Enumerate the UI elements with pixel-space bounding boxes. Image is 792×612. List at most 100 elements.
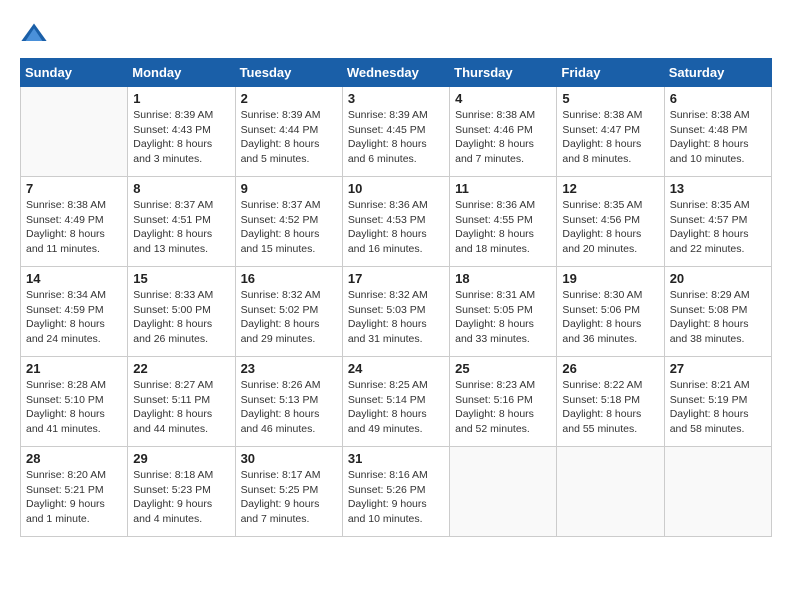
calendar-week-3: 14 Sunrise: 8:34 AM Sunset: 4:59 PM Dayli… (21, 267, 772, 357)
calendar-cell (557, 447, 664, 537)
calendar-cell: 29Sunrise: 8:18 AM Sunset: 5:23 PM Dayli… (128, 447, 235, 537)
weekday-header-sunday: Sunday (21, 59, 128, 87)
day-number: 19 (562, 271, 658, 286)
calendar-cell: 9 Sunrise: 8:37 AM Sunset: 4:52 PM Daylig… (235, 177, 342, 267)
day-number: 23 (241, 361, 337, 376)
page-header (20, 20, 772, 48)
day-info: Sunrise: 8:37 AM Sunset: 4:51 PM Dayligh… (133, 198, 229, 257)
day-number: 21 (26, 361, 122, 376)
calendar-cell: 16 Sunrise: 8:32 AM Sunset: 5:02 PM Dayli… (235, 267, 342, 357)
day-info: Sunrise: 8:34 AM Sunset: 4:59 PM Dayligh… (26, 288, 122, 347)
day-number: 2 (241, 91, 337, 106)
calendar-cell: 14 Sunrise: 8:34 AM Sunset: 4:59 PM Dayli… (21, 267, 128, 357)
day-number: 7 (26, 181, 122, 196)
day-number: 14 (26, 271, 122, 286)
calendar-cell: 15Sunrise: 8:33 AM Sunset: 5:00 PM Dayli… (128, 267, 235, 357)
day-number: 9 (241, 181, 337, 196)
calendar-cell: 1 Sunrise: 8:39 AM Sunset: 4:43 PM Daylig… (128, 87, 235, 177)
calendar-cell: 30 Sunrise: 8:17 AM Sunset: 5:25 PM Dayli… (235, 447, 342, 537)
day-number: 22 (133, 361, 229, 376)
day-number: 11 (455, 181, 551, 196)
day-info: Sunrise: 8:18 AM Sunset: 5:23 PM Dayligh… (133, 468, 229, 527)
day-info: Sunrise: 8:35 AM Sunset: 4:56 PM Dayligh… (562, 198, 658, 257)
day-info: Sunrise: 8:37 AM Sunset: 4:52 PM Dayligh… (241, 198, 337, 257)
calendar-cell: 3 Sunrise: 8:39 AM Sunset: 4:45 PM Daylig… (342, 87, 449, 177)
day-number: 28 (26, 451, 122, 466)
weekday-header-monday: Monday (128, 59, 235, 87)
calendar-cell: 13Sunrise: 8:35 AM Sunset: 4:57 PM Dayli… (664, 177, 771, 267)
calendar-cell: 25Sunrise: 8:23 AM Sunset: 5:16 PM Dayli… (450, 357, 557, 447)
calendar-cell: 7 Sunrise: 8:38 AM Sunset: 4:49 PM Daylig… (21, 177, 128, 267)
day-number: 4 (455, 91, 551, 106)
calendar-cell: 22 Sunrise: 8:27 AM Sunset: 5:11 PM Dayli… (128, 357, 235, 447)
calendar-cell: 8 Sunrise: 8:37 AM Sunset: 4:51 PM Daylig… (128, 177, 235, 267)
day-number: 3 (348, 91, 444, 106)
calendar-cell: 10Sunrise: 8:36 AM Sunset: 4:53 PM Dayli… (342, 177, 449, 267)
day-info: Sunrise: 8:17 AM Sunset: 5:25 PM Dayligh… (241, 468, 337, 527)
weekday-header-thursday: Thursday (450, 59, 557, 87)
calendar-cell: 12 Sunrise: 8:35 AM Sunset: 4:56 PM Dayli… (557, 177, 664, 267)
day-number: 17 (348, 271, 444, 286)
day-info: Sunrise: 8:32 AM Sunset: 5:02 PM Dayligh… (241, 288, 337, 347)
day-info: Sunrise: 8:26 AM Sunset: 5:13 PM Dayligh… (241, 378, 337, 437)
calendar-week-5: 28Sunrise: 8:20 AM Sunset: 5:21 PM Dayli… (21, 447, 772, 537)
day-number: 1 (133, 91, 229, 106)
calendar-body: 1 Sunrise: 8:39 AM Sunset: 4:43 PM Daylig… (21, 87, 772, 537)
day-number: 13 (670, 181, 766, 196)
calendar-cell: 17 Sunrise: 8:32 AM Sunset: 5:03 PM Dayli… (342, 267, 449, 357)
logo-icon (20, 20, 48, 48)
day-number: 5 (562, 91, 658, 106)
calendar-cell: 5 Sunrise: 8:38 AM Sunset: 4:47 PM Daylig… (557, 87, 664, 177)
day-info: Sunrise: 8:38 AM Sunset: 4:47 PM Dayligh… (562, 108, 658, 167)
day-number: 10 (348, 181, 444, 196)
day-info: Sunrise: 8:33 AM Sunset: 5:00 PM Dayligh… (133, 288, 229, 347)
day-info: Sunrise: 8:39 AM Sunset: 4:43 PM Dayligh… (133, 108, 229, 167)
day-info: Sunrise: 8:25 AM Sunset: 5:14 PM Dayligh… (348, 378, 444, 437)
calendar-cell: 6Sunrise: 8:38 AM Sunset: 4:48 PM Daylig… (664, 87, 771, 177)
day-info: Sunrise: 8:28 AM Sunset: 5:10 PM Dayligh… (26, 378, 122, 437)
day-info: Sunrise: 8:30 AM Sunset: 5:06 PM Dayligh… (562, 288, 658, 347)
day-info: Sunrise: 8:39 AM Sunset: 4:45 PM Dayligh… (348, 108, 444, 167)
calendar-cell: 23 Sunrise: 8:26 AM Sunset: 5:13 PM Dayli… (235, 357, 342, 447)
day-number: 20 (670, 271, 766, 286)
calendar-cell: 4Sunrise: 8:38 AM Sunset: 4:46 PM Daylig… (450, 87, 557, 177)
calendar-cell: 28Sunrise: 8:20 AM Sunset: 5:21 PM Dayli… (21, 447, 128, 537)
weekday-header-tuesday: Tuesday (235, 59, 342, 87)
day-info: Sunrise: 8:22 AM Sunset: 5:18 PM Dayligh… (562, 378, 658, 437)
calendar-cell: 18 Sunrise: 8:31 AM Sunset: 5:05 PM Dayli… (450, 267, 557, 357)
day-number: 27 (670, 361, 766, 376)
calendar-table: SundayMondayTuesdayWednesdayThursdayFrid… (20, 58, 772, 537)
calendar-cell (664, 447, 771, 537)
day-info: Sunrise: 8:36 AM Sunset: 4:55 PM Dayligh… (455, 198, 551, 257)
day-info: Sunrise: 8:32 AM Sunset: 5:03 PM Dayligh… (348, 288, 444, 347)
weekday-header-saturday: Saturday (664, 59, 771, 87)
day-number: 26 (562, 361, 658, 376)
day-number: 30 (241, 451, 337, 466)
day-number: 8 (133, 181, 229, 196)
calendar-week-2: 7 Sunrise: 8:38 AM Sunset: 4:49 PM Daylig… (21, 177, 772, 267)
calendar-cell: 31Sunrise: 8:16 AM Sunset: 5:26 PM Dayli… (342, 447, 449, 537)
calendar-cell: 24 Sunrise: 8:25 AM Sunset: 5:14 PM Dayli… (342, 357, 449, 447)
calendar-cell (450, 447, 557, 537)
calendar-week-1: 1 Sunrise: 8:39 AM Sunset: 4:43 PM Daylig… (21, 87, 772, 177)
weekday-row: SundayMondayTuesdayWednesdayThursdayFrid… (21, 59, 772, 87)
calendar-cell: 20 Sunrise: 8:29 AM Sunset: 5:08 PM Dayli… (664, 267, 771, 357)
day-info: Sunrise: 8:29 AM Sunset: 5:08 PM Dayligh… (670, 288, 766, 347)
day-info: Sunrise: 8:31 AM Sunset: 5:05 PM Dayligh… (455, 288, 551, 347)
day-info: Sunrise: 8:21 AM Sunset: 5:19 PM Dayligh… (670, 378, 766, 437)
calendar-cell: 27 Sunrise: 8:21 AM Sunset: 5:19 PM Dayli… (664, 357, 771, 447)
calendar-week-4: 21 Sunrise: 8:28 AM Sunset: 5:10 PM Dayli… (21, 357, 772, 447)
calendar-cell: 21 Sunrise: 8:28 AM Sunset: 5:10 PM Dayli… (21, 357, 128, 447)
day-number: 31 (348, 451, 444, 466)
calendar-header: SundayMondayTuesdayWednesdayThursdayFrid… (21, 59, 772, 87)
day-number: 18 (455, 271, 551, 286)
calendar-cell (21, 87, 128, 177)
day-info: Sunrise: 8:38 AM Sunset: 4:49 PM Dayligh… (26, 198, 122, 257)
day-number: 24 (348, 361, 444, 376)
day-number: 25 (455, 361, 551, 376)
day-info: Sunrise: 8:27 AM Sunset: 5:11 PM Dayligh… (133, 378, 229, 437)
calendar-cell: 2Sunrise: 8:39 AM Sunset: 4:44 PM Daylig… (235, 87, 342, 177)
day-number: 16 (241, 271, 337, 286)
day-number: 12 (562, 181, 658, 196)
calendar-cell: 26 Sunrise: 8:22 AM Sunset: 5:18 PM Dayli… (557, 357, 664, 447)
